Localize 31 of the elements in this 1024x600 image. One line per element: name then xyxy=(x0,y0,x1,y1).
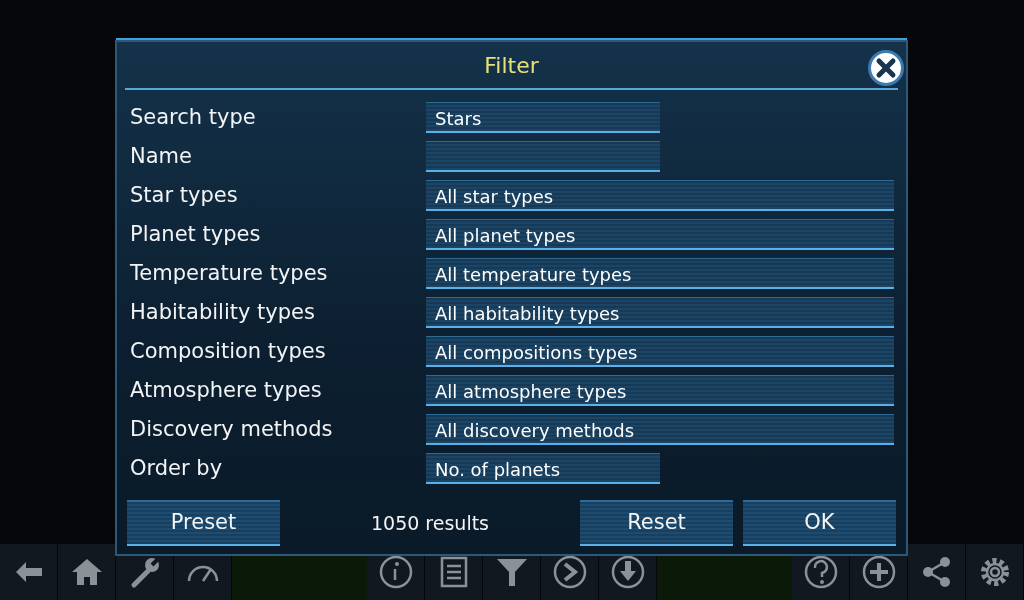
close-button[interactable] xyxy=(868,50,904,86)
field-label: Search type xyxy=(130,103,257,131)
reset-button[interactable]: Reset xyxy=(580,500,733,546)
results-count: 1050 results xyxy=(369,510,490,536)
field-label: Name xyxy=(130,142,193,170)
field-label: Temperature types xyxy=(130,259,329,287)
share-button[interactable] xyxy=(908,544,966,600)
dropdown-field[interactable]: All discovery methods xyxy=(426,414,894,445)
field-label: Atmosphere types xyxy=(130,376,323,404)
dropdown-field[interactable]: All star types xyxy=(426,180,894,211)
dropdown-field[interactable]: All temperature types xyxy=(426,258,894,289)
field-label: Star types xyxy=(130,181,239,209)
back-button[interactable] xyxy=(0,544,58,600)
preset-button[interactable]: Preset xyxy=(127,500,280,546)
dropdown-field[interactable]: All compositions types xyxy=(426,336,894,367)
field-label: Composition types xyxy=(130,337,327,365)
field-label: Planet types xyxy=(130,220,262,248)
settings-button[interactable] xyxy=(966,544,1024,600)
field-label: Habitability types xyxy=(130,298,316,326)
dropdown-field[interactable]: No. of planets xyxy=(426,453,660,484)
dropdown-field[interactable]: All habitability types xyxy=(426,297,894,328)
field-label: Discovery methods xyxy=(130,415,334,443)
dropdown-field[interactable]: All planet types xyxy=(426,219,894,250)
dropdown-field[interactable]: Stars xyxy=(426,102,660,133)
ok-button[interactable]: OK xyxy=(743,500,896,546)
home-button[interactable] xyxy=(58,544,116,600)
input-field[interactable] xyxy=(426,141,660,172)
dialog-title: Filter xyxy=(484,51,539,80)
close-icon xyxy=(875,57,897,79)
dropdown-field[interactable]: All atmosphere types xyxy=(426,375,894,406)
field-label: Order by xyxy=(130,454,224,482)
